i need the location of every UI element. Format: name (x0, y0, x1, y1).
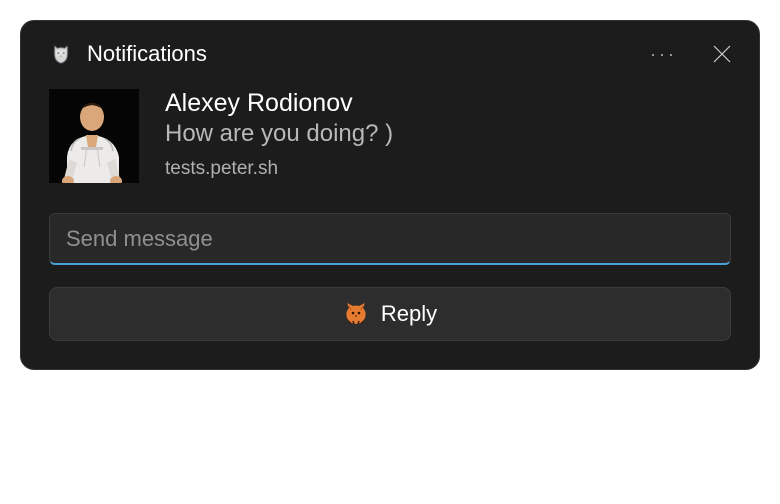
avatar (49, 89, 139, 183)
header-right: ··· (650, 45, 731, 63)
header-title: Notifications (87, 41, 207, 67)
reply-button-label: Reply (381, 301, 437, 327)
cat-icon (343, 302, 369, 326)
source-text: tests.peter.sh (165, 158, 393, 180)
sender-name: Alexey Rodionov (165, 89, 393, 118)
notification-card: Notifications ··· (20, 20, 760, 370)
message-text: How are you doing? ) (165, 120, 393, 148)
notification-body: Alexey Rodionov How are you doing? ) tes… (49, 89, 731, 183)
more-button[interactable]: ··· (650, 45, 677, 63)
card-header: Notifications ··· (49, 41, 731, 67)
owl-icon (49, 42, 73, 66)
header-left: Notifications (49, 41, 207, 67)
reply-input[interactable] (49, 213, 731, 265)
close-button[interactable] (713, 45, 731, 63)
body-text: Alexey Rodionov How are you doing? ) tes… (165, 89, 393, 183)
close-icon (713, 45, 731, 63)
reply-button[interactable]: Reply (49, 287, 731, 341)
